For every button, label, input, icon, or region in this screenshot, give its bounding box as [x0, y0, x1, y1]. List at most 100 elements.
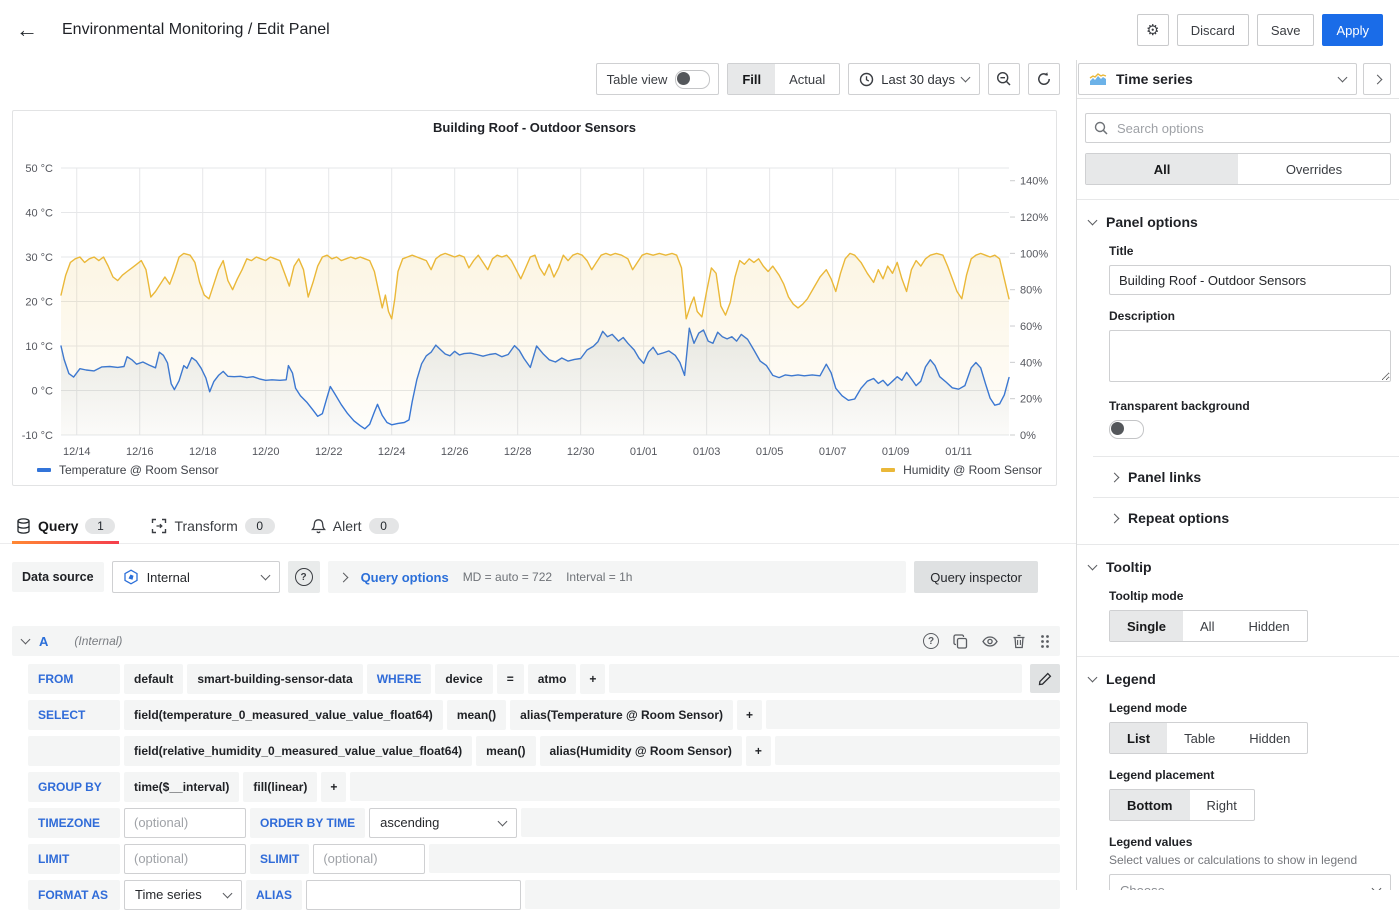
- tab-query[interactable]: Query 1: [12, 518, 119, 543]
- add-condition-button[interactable]: +: [580, 664, 605, 694]
- legend-mode-hidden[interactable]: Hidden: [1232, 723, 1307, 753]
- tab-overrides[interactable]: Overrides: [1238, 154, 1390, 184]
- legend-values-select[interactable]: Choose: [1109, 874, 1391, 890]
- query-options-bar[interactable]: Query options MD = auto = 722 Interval =…: [328, 561, 907, 593]
- search-options-input[interactable]: [1115, 120, 1382, 137]
- operator-segment[interactable]: =: [497, 664, 524, 694]
- tab-alert[interactable]: Alert 0: [307, 518, 403, 543]
- timezone-keyword: TIMEZONE: [28, 808, 120, 838]
- legend-mode-list[interactable]: List: [1110, 723, 1167, 753]
- format-as-select[interactable]: Time series: [124, 880, 242, 910]
- transform-count-badge: 0: [245, 518, 275, 534]
- field-segment[interactable]: field(temperature_0_measured_value_value…: [124, 700, 443, 730]
- legend-item-humidity[interactable]: Humidity @ Room Sensor: [881, 463, 1042, 477]
- chart-panel: 50 °C40 °C30 °C20 °C10 °C0 °C-10 °C140%1…: [12, 110, 1057, 486]
- tag-key-segment[interactable]: device: [435, 664, 492, 694]
- query-inspector-button[interactable]: Query inspector: [914, 561, 1038, 593]
- panel-description-textarea[interactable]: [1109, 330, 1391, 382]
- tooltip-mode-hidden[interactable]: Hidden: [1231, 611, 1306, 641]
- table-view-toggle[interactable]: [675, 70, 710, 89]
- chevron-down-icon: [1338, 73, 1348, 83]
- legend-placement-field: Legend placement Bottom Right: [1109, 768, 1389, 821]
- section-panel-links[interactable]: Panel links: [1077, 457, 1399, 497]
- datasource-select[interactable]: Internal: [112, 561, 280, 593]
- collapse-query-icon[interactable]: [21, 635, 31, 645]
- timezone-input[interactable]: [124, 808, 246, 838]
- alias-segment[interactable]: alias(Temperature @ Room Sensor): [510, 700, 733, 730]
- limit-input[interactable]: [124, 844, 246, 874]
- trash-icon: [1012, 634, 1026, 649]
- time-range-picker[interactable]: Last 30 days: [848, 63, 980, 95]
- query-help-button[interactable]: ?: [923, 633, 939, 649]
- query-datasource-hint: (Internal): [74, 634, 913, 648]
- row-filler: [521, 808, 1060, 837]
- apply-button[interactable]: Apply: [1322, 14, 1383, 46]
- legend-mode-field: Legend mode List Table Hidden: [1109, 701, 1389, 754]
- actual-option[interactable]: Actual: [775, 64, 839, 94]
- orderby-select[interactable]: ascending: [369, 808, 517, 838]
- fill-segment[interactable]: fill(linear): [243, 772, 317, 802]
- pencil-icon: [1038, 672, 1052, 686]
- section-tooltip[interactable]: Tooltip: [1077, 545, 1399, 587]
- collapse-pane-button[interactable]: [1363, 63, 1391, 95]
- retention-policy-segment[interactable]: default: [124, 664, 183, 694]
- add-select-part-button[interactable]: +: [746, 736, 771, 766]
- refresh-button[interactable]: [1028, 63, 1060, 95]
- legend-values-label: Legend values: [1109, 835, 1389, 849]
- edit-raw-query-button[interactable]: [1030, 664, 1060, 693]
- add-select-part-button[interactable]: +: [737, 700, 762, 730]
- fill-option[interactable]: Fill: [728, 64, 775, 94]
- eye-icon: [982, 634, 998, 649]
- mean-segment[interactable]: mean(): [476, 736, 535, 766]
- influxdb-icon: [123, 569, 139, 585]
- datasource-help-button[interactable]: ?: [288, 561, 320, 593]
- section-panel-options[interactable]: Panel options: [1077, 200, 1399, 242]
- title-field: Title: [1109, 244, 1389, 295]
- chevron-right-icon: [1372, 74, 1382, 84]
- zoom-out-button[interactable]: [988, 63, 1020, 95]
- legend-item-temperature[interactable]: Temperature @ Room Sensor: [37, 463, 219, 477]
- tag-value-segment[interactable]: atmo: [528, 664, 577, 694]
- field-segment[interactable]: field(relative_humidity_0_measured_value…: [124, 736, 472, 766]
- panel-title-input[interactable]: [1109, 265, 1391, 295]
- slimit-input[interactable]: [313, 844, 425, 874]
- limit-row: LIMIT SLIMIT: [28, 844, 1060, 873]
- time-interval-segment[interactable]: time($__interval): [124, 772, 239, 802]
- discard-button[interactable]: Discard: [1177, 14, 1249, 46]
- svg-text:12/16: 12/16: [126, 446, 154, 458]
- visualization-select[interactable]: Time series: [1078, 63, 1357, 95]
- from-keyword: FROM: [28, 664, 120, 694]
- mean-segment[interactable]: mean(): [447, 700, 506, 730]
- back-arrow-icon[interactable]: ←: [16, 19, 48, 41]
- section-legend[interactable]: Legend: [1077, 657, 1399, 699]
- legend-mode-table[interactable]: Table: [1167, 723, 1232, 753]
- transparent-background-toggle[interactable]: [1109, 420, 1144, 439]
- add-groupby-button[interactable]: +: [321, 772, 346, 802]
- select-row-2: field(relative_humidity_0_measured_value…: [28, 736, 1060, 765]
- groupby-keyword: GROUP BY: [28, 772, 120, 802]
- save-button[interactable]: Save: [1257, 14, 1315, 46]
- alias-segment[interactable]: alias(Humidity @ Room Sensor): [540, 736, 742, 766]
- time-series-chart[interactable]: 50 °C40 °C30 °C20 °C10 °C0 °C-10 °C140%1…: [13, 111, 1056, 485]
- tooltip-mode-single[interactable]: Single: [1110, 611, 1183, 641]
- duplicate-query-button[interactable]: [953, 634, 968, 649]
- max-data-points: MD = auto = 722: [463, 570, 552, 584]
- legend-placement-bottom[interactable]: Bottom: [1110, 790, 1190, 820]
- tab-transform[interactable]: Transform 0: [147, 518, 278, 543]
- alias-input[interactable]: [306, 880, 521, 910]
- slimit-keyword: SLIMIT: [250, 844, 309, 874]
- tooltip-mode-all[interactable]: All: [1183, 611, 1231, 641]
- disable-query-button[interactable]: [982, 634, 998, 649]
- table-view-control: Table view: [596, 63, 720, 95]
- all-overrides-group: All Overrides: [1085, 153, 1391, 185]
- tab-all[interactable]: All: [1086, 154, 1238, 184]
- transform-icon: [151, 518, 167, 534]
- chevron-down-icon: [1372, 884, 1382, 890]
- orderby-keyword: ORDER BY TIME: [250, 808, 365, 838]
- measurement-segment[interactable]: smart-building-sensor-data: [187, 664, 362, 694]
- legend-placement-right[interactable]: Right: [1190, 790, 1254, 820]
- drag-handle[interactable]: [1040, 634, 1050, 649]
- delete-query-button[interactable]: [1012, 634, 1026, 649]
- section-repeat-options[interactable]: Repeat options: [1077, 498, 1399, 538]
- panel-settings-button[interactable]: ⚙: [1137, 14, 1169, 46]
